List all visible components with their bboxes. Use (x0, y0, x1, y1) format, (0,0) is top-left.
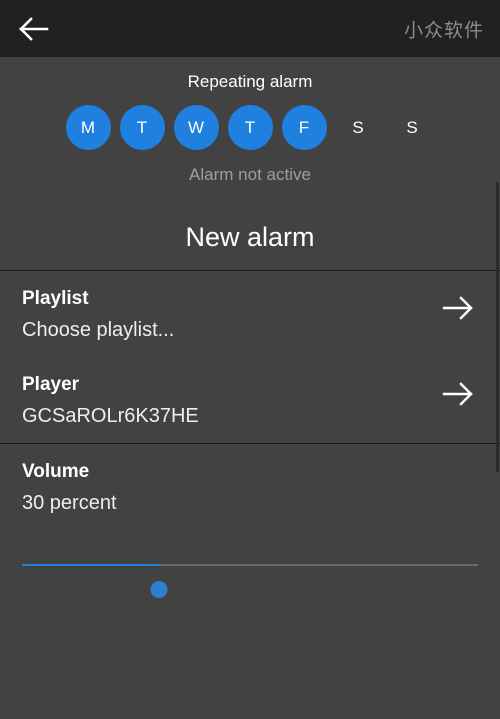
day-toggle-sunday[interactable]: S (390, 105, 435, 150)
back-button[interactable] (16, 7, 60, 51)
day-toggle-friday[interactable]: F (281, 105, 327, 150)
volume-slider-track[interactable] (22, 564, 478, 598)
day-toggle-thursday[interactable]: T (227, 105, 273, 150)
settings-scroll-area[interactable]: Repeating alarm M T W T F S S Alarm not … (0, 57, 500, 719)
day-toggle-monday[interactable]: M (65, 105, 111, 150)
day-toggle-wednesday[interactable]: W (173, 105, 219, 150)
alarm-header: Repeating alarm M T W T F S S Alarm not … (0, 57, 500, 270)
source-section: Playlist Choose playlist... Player GCSaR… (0, 271, 500, 443)
day-of-week-selector[interactable]: M T W T F S S (0, 105, 500, 150)
watermark-label: 小众软件 (403, 19, 484, 41)
volume-section: Volume 30 percent (0, 444, 500, 598)
day-toggle-saturday[interactable]: S (336, 105, 381, 150)
volume-slider[interactable] (0, 542, 500, 598)
playlist-value: Choose playlist... (22, 319, 175, 341)
volume-row[interactable]: Volume 30 percent (0, 444, 500, 530)
player-row[interactable]: Player GCSaROLr6K37HE (0, 357, 500, 443)
vertical-scrollbar[interactable] (496, 182, 499, 472)
volume-title: Volume (22, 461, 90, 482)
arrow-right-icon[interactable] (438, 293, 476, 323)
day-toggle-tuesday[interactable]: T (119, 105, 165, 150)
app-bar: 小众软件 (0, 0, 500, 57)
alarm-status-label: Alarm not active (189, 165, 311, 184)
repeating-alarm-title: Repeating alarm (187, 72, 313, 91)
arrow-right-icon[interactable] (438, 379, 476, 409)
player-value: GCSaROLr6K37HE (22, 405, 199, 427)
volume-slider-thumb[interactable] (150, 581, 168, 598)
playlist-title: Playlist (22, 288, 89, 309)
player-title: Player (22, 374, 80, 395)
playlist-row[interactable]: Playlist Choose playlist... (0, 271, 500, 357)
volume-slider-fill (22, 564, 159, 566)
alarm-name-label[interactable]: New alarm (0, 220, 500, 254)
volume-value: 30 percent (22, 492, 117, 514)
alarm-settings-screen: 小众软件 Repeating alarm M T W T F S S Alarm… (0, 0, 500, 719)
arrow-left-icon (16, 12, 50, 46)
